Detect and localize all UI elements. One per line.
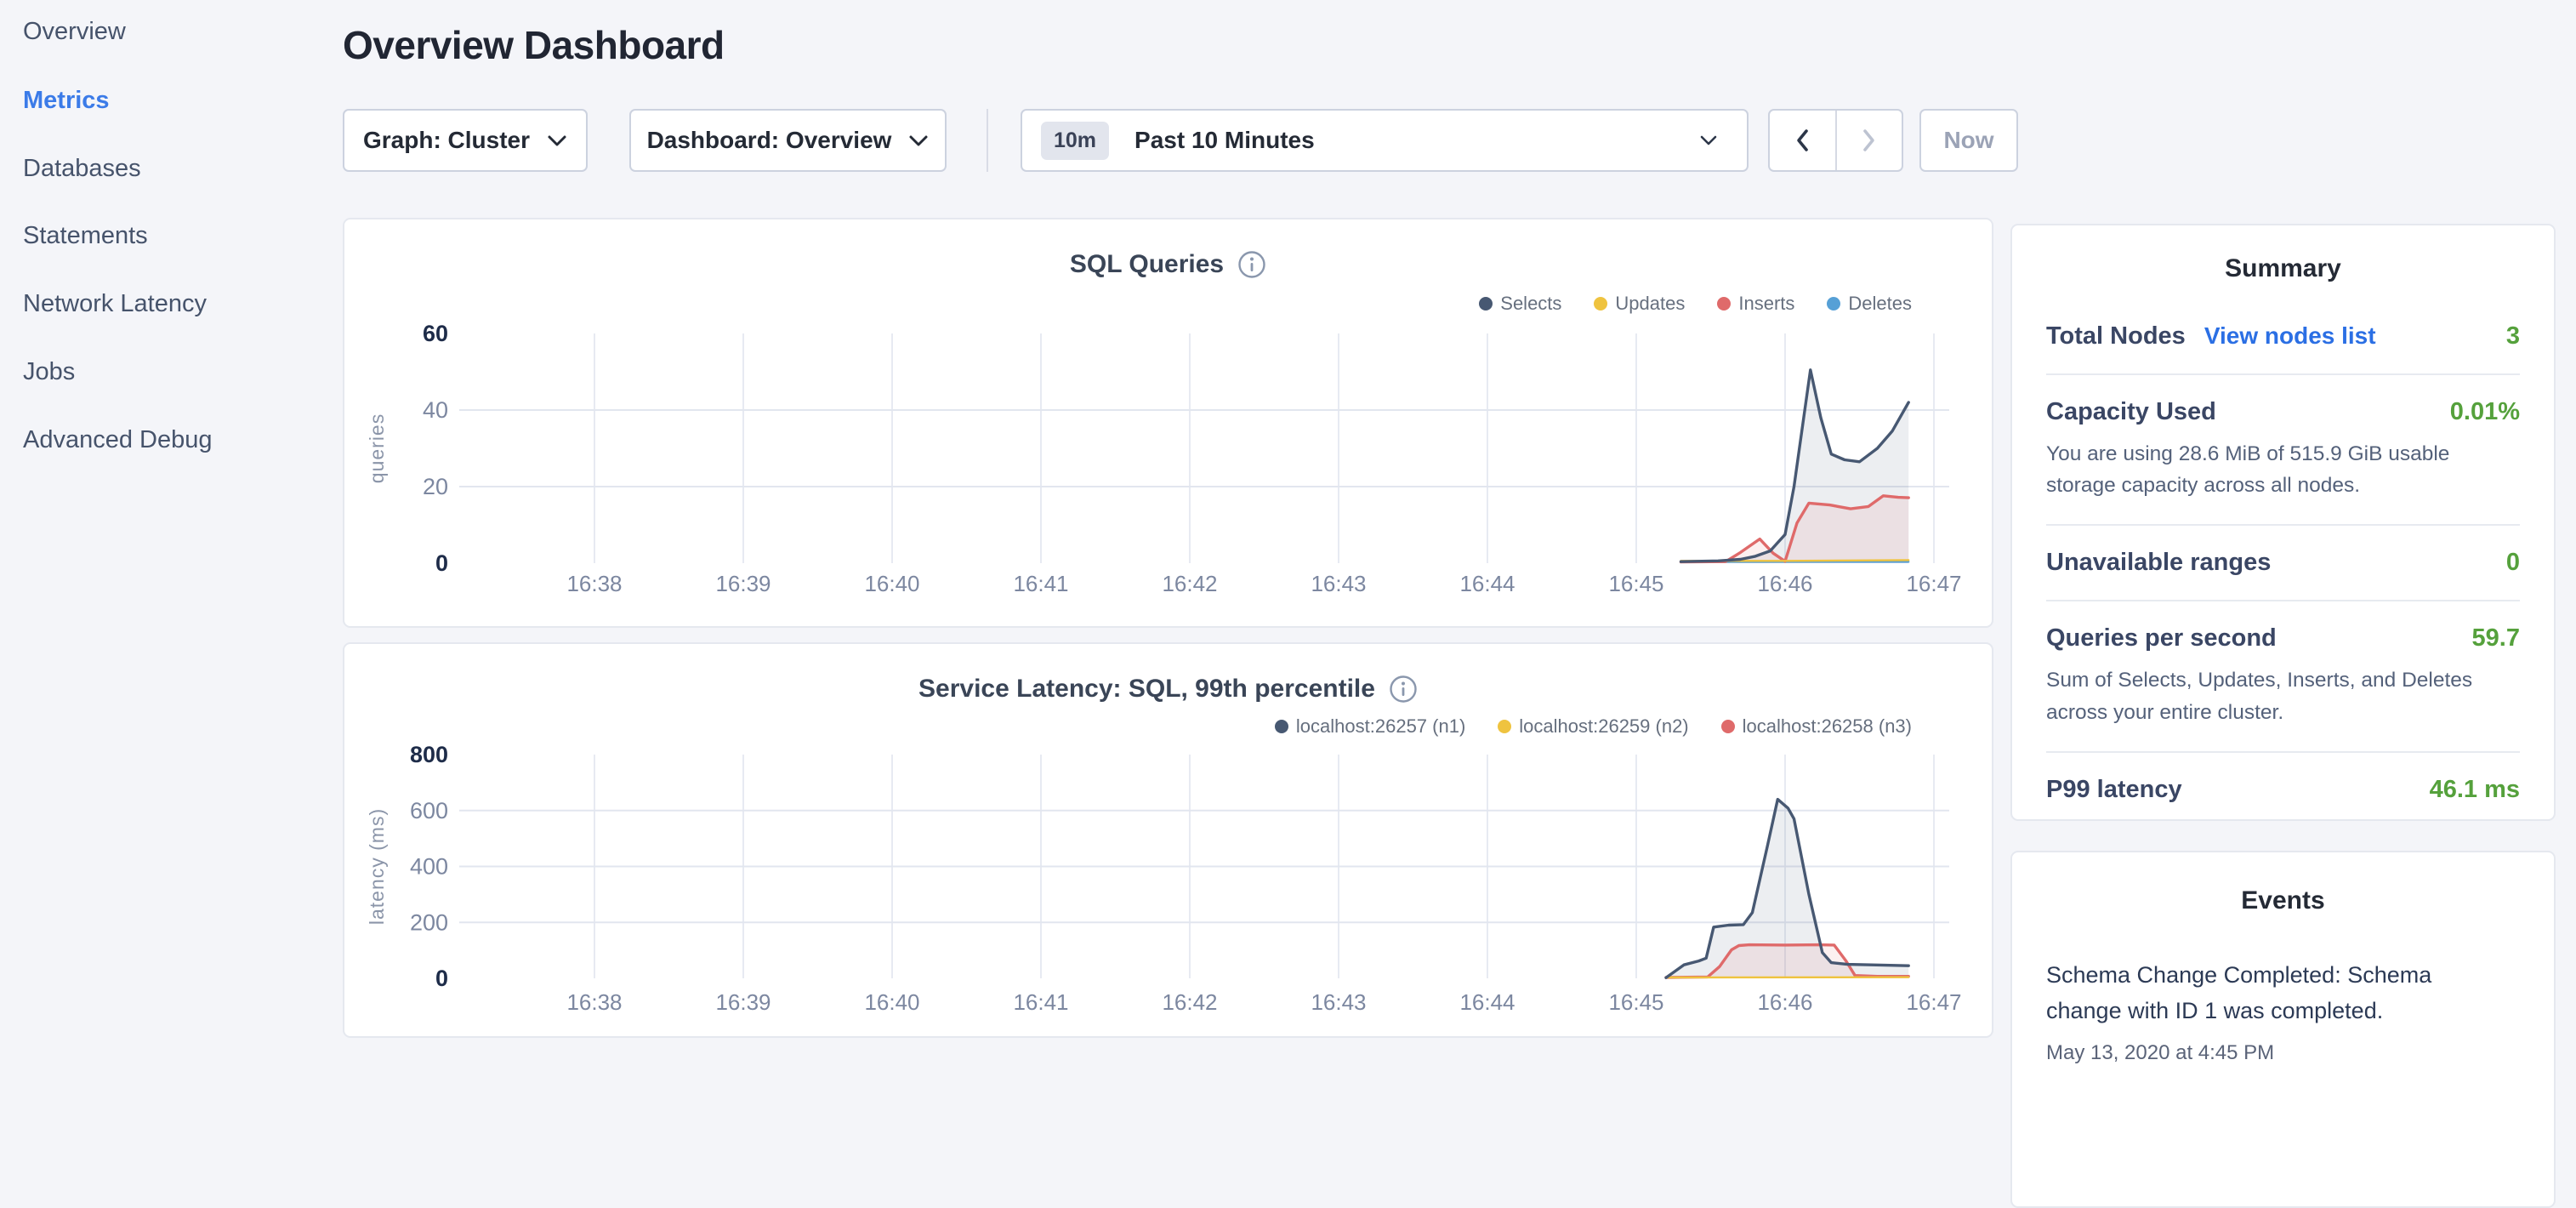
x-tick-label: 16:46 [1757,989,1812,1015]
graph-scope-dropdown[interactable]: Graph: Cluster [343,109,588,172]
time-range-badge: 10m [1041,122,1109,160]
sidebar-item-databases[interactable]: Databases [23,151,141,185]
event-message[interactable]: Schema Change Completed: Schema change w… [2046,958,2476,1029]
row-label: Queries per second [2046,624,2277,652]
summary-title: Summary [2046,254,2520,283]
time-range-label: Past 10 Minutes [1134,127,1699,154]
row-value: 3 [2506,322,2520,350]
sidebar-item-jobs[interactable]: Jobs [23,355,75,389]
sidebar-item-statements[interactable]: Statements [23,219,148,253]
x-tick-label: 16:45 [1608,989,1663,1015]
x-tick-label: 16:47 [1906,989,1961,1015]
x-tick-label: 16:43 [1311,571,1366,596]
chevron-down-icon [1699,134,1718,146]
summary-row-unavailable-ranges: Unavailable ranges 0 [2046,549,2520,577]
chart-plot[interactable]: 16:38 16:39 16:40 16:41 16:42 16:43 16:44 16:45… [344,219,1995,630]
y-tick-label: 600 [410,798,448,823]
x-tick-label: 16:47 [1906,571,1961,596]
x-tick-label: 16:45 [1608,571,1663,596]
divider [2046,524,2520,526]
y-tick-label: 0 [435,966,448,991]
x-tick-label: 16:43 [1311,989,1366,1015]
y-tick-label: 0 [435,550,448,576]
service-latency-chart-card: Service Latency: SQL, 99th percentile lo… [343,642,1993,1038]
sidebar-item-metrics[interactable]: Metrics [23,83,110,117]
chart-plot[interactable]: 16:38 16:39 16:40 16:41 16:42 16:43 16:44 16:45… [344,644,1995,1040]
summary-row-queries-per-second: Queries per second 59.7 [2046,624,2520,652]
sidebar-item-overview[interactable]: Overview [23,14,126,48]
row-value: 0.01% [2450,398,2520,426]
sidebar-item-advanced-debug[interactable]: Advanced Debug [23,423,213,457]
row-label: P99 latency [2046,776,2182,804]
next-time-button[interactable] [1837,111,1902,170]
x-tick-label: 16:39 [715,571,771,596]
events-title: Events [2046,886,2520,915]
x-tick-label: 16:46 [1757,571,1812,596]
y-tick-label: 40 [423,397,448,423]
x-tick-label: 16:38 [566,989,622,1015]
events-panel: Events Schema Change Completed: Schema c… [2010,851,2556,1208]
row-label: Unavailable ranges [2046,549,2271,577]
event-timestamp: May 13, 2020 at 4:45 PM [2046,1041,2520,1065]
row-value: 59.7 [2472,624,2520,652]
summary-row-total-nodes: Total Nodes View nodes list 3 [2046,322,2520,350]
y-axis-label: latency (ms) [366,808,388,925]
row-label: Total Nodes [2046,322,2186,350]
summary-row-capacity-used: Capacity Used 0.01% [2046,398,2520,426]
y-tick-label: 800 [410,742,448,767]
time-range-selector[interactable]: 10m Past 10 Minutes [1021,109,1749,172]
dashboard-label: Dashboard: Overview [647,127,892,154]
dashboard-dropdown[interactable]: Dashboard: Overview [629,109,947,172]
chevron-down-icon [547,134,567,147]
divider [2046,600,2520,601]
divider [2046,751,2520,753]
y-tick-label: 60 [423,321,448,346]
summary-panel: Summary Total Nodes View nodes list 3 Ca… [2010,224,2556,821]
divider [2046,373,2520,375]
x-tick-label: 16:41 [1013,571,1068,596]
chevron-left-icon [1794,128,1810,153]
prev-time-button[interactable] [1770,111,1837,170]
row-label: Capacity Used [2046,398,2216,426]
view-nodes-link[interactable]: View nodes list [2204,322,2376,350]
page-title: Overview Dashboard [343,22,725,68]
x-tick-label: 16:40 [864,989,919,1015]
graph-scope-label: Graph: Cluster [363,127,530,154]
x-tick-label: 16:42 [1162,989,1217,1015]
x-tick-label: 16:40 [864,571,919,596]
y-tick-label: 20 [423,474,448,499]
sidebar-item-network-latency[interactable]: Network Latency [23,287,207,321]
x-tick-label: 16:44 [1459,571,1515,596]
time-step-buttons [1768,109,1903,172]
now-button[interactable]: Now [1919,109,2018,172]
y-tick-label: 400 [410,854,448,880]
y-tick-label: 200 [410,909,448,935]
x-tick-label: 16:44 [1459,989,1515,1015]
chevron-down-icon [908,134,929,147]
y-axis-label: queries [366,413,388,483]
x-tick-label: 16:39 [715,989,771,1015]
sql-queries-chart-card: SQL Queries SelectsUpdatesInsertsDeletes… [343,218,1993,628]
row-description: You are using 28.6 MiB of 515.9 GiB usab… [2046,438,2514,501]
x-tick-label: 16:42 [1162,571,1217,596]
row-value: 46.1 ms [2430,776,2520,804]
row-value: 0 [2506,549,2520,577]
x-tick-label: 16:38 [566,571,622,596]
toolbar-divider [987,109,988,172]
summary-row-p99-latency: P99 latency 46.1 ms [2046,776,2520,804]
row-description: Sum of Selects, Updates, Inserts, and De… [2046,664,2514,727]
chevron-right-icon [1862,128,1877,153]
x-tick-label: 16:41 [1013,989,1068,1015]
